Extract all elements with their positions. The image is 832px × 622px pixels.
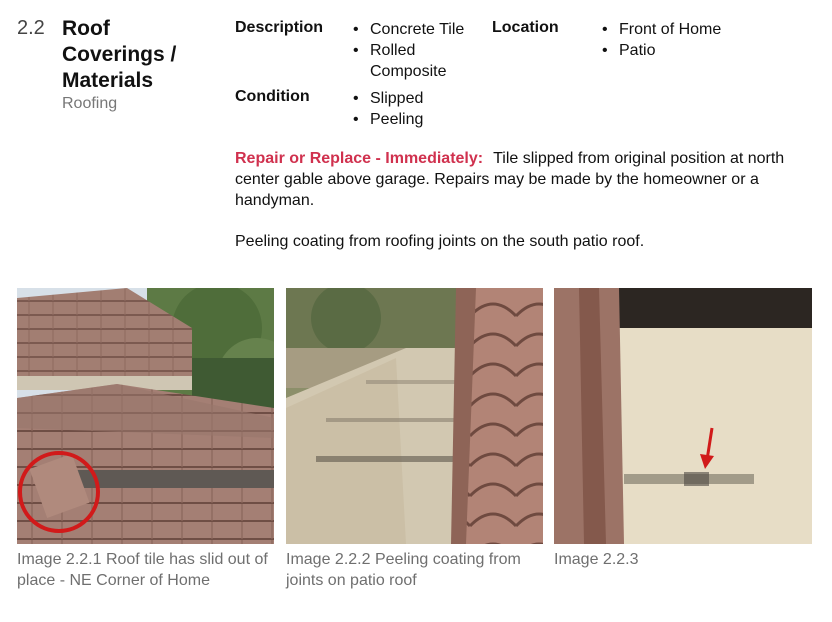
location-list: Front of Home Patio [600, 19, 800, 61]
condition-item: Slipped [351, 88, 486, 109]
section-title-line: Roof [62, 17, 110, 40]
severity-label: Repair or Replace - Immediately: [235, 150, 484, 167]
image-caption: Image 2.2.3 [554, 551, 639, 568]
location-label: Location [492, 19, 559, 36]
condition-list: Slipped Peeling [351, 88, 486, 130]
photo-roof-tile[interactable] [17, 288, 274, 544]
image-caption: Image 2.2.2 Peeling coating from joints … [286, 551, 521, 589]
image-caption: Image 2.2.1 Roof tile has slid out of pl… [17, 551, 268, 589]
condition-label: Condition [235, 88, 310, 105]
section-number: 2.2 [17, 17, 45, 39]
location-item: Patio [600, 40, 800, 61]
photo-patio-roof-image [286, 288, 543, 544]
photo-roofing-joint[interactable] [554, 288, 812, 544]
photo-roofing-joint-image [554, 288, 812, 544]
description-label: Description [235, 19, 324, 36]
section-title-line: Materials [62, 69, 154, 92]
photo-patio-roof[interactable] [286, 288, 543, 544]
section-subtitle: Roofing [62, 95, 118, 112]
section-title: Roof Coverings / Materials [62, 16, 222, 94]
description-item: Concrete Tile [351, 19, 486, 40]
description-list: Concrete Tile RolledComposite [351, 19, 486, 82]
note-paragraph: Peeling coating from roofing joints on t… [235, 233, 645, 250]
location-item: Front of Home [600, 19, 800, 40]
section-title-line: Coverings / [62, 43, 177, 66]
finding-paragraph: Repair or Replace - Immediately: Tile sli… [235, 148, 805, 211]
condition-item: Peeling [351, 109, 486, 130]
photo-roof-tile-image [17, 288, 274, 544]
description-item: RolledComposite [351, 40, 486, 82]
